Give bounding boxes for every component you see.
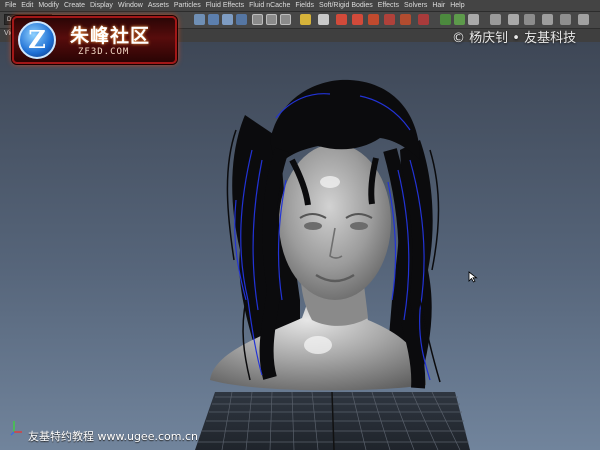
hair-constraint-icon[interactable] <box>384 14 395 25</box>
axis-gizmo-icon <box>10 421 22 436</box>
menu-bar: File Edit Modify Create Display Window A… <box>0 0 600 12</box>
hair-tool-icon[interactable] <box>336 14 347 25</box>
render-icon[interactable] <box>440 14 451 25</box>
zf3d-logo: Z 朱峰社区 ZF3D.COM <box>12 16 177 64</box>
tool-settings-icon[interactable] <box>560 14 571 25</box>
ipr-icon[interactable] <box>454 14 465 25</box>
paint-select-icon[interactable] <box>222 14 233 25</box>
menu-window[interactable]: Window <box>118 0 143 11</box>
hair-curve-icon[interactable] <box>352 14 363 25</box>
menu-fields[interactable]: Fields <box>295 0 314 11</box>
hypershade-icon[interactable] <box>490 14 501 25</box>
menu-display[interactable]: Display <box>90 0 113 11</box>
menu-hair[interactable]: Hair <box>432 0 445 11</box>
snap-point-icon[interactable] <box>280 14 291 25</box>
history-icon[interactable] <box>300 14 311 25</box>
outliner-icon[interactable] <box>508 14 519 25</box>
menu-fluid-effects[interactable]: Fluid Effects <box>206 0 244 11</box>
hair-cache-icon[interactable] <box>400 14 411 25</box>
snap-curve-icon[interactable] <box>266 14 277 25</box>
menu-fluid-ncache[interactable]: Fluid nCache <box>249 0 290 11</box>
menu-file[interactable]: File <box>5 0 16 11</box>
select-tool-icon[interactable] <box>194 14 205 25</box>
menu-edit[interactable]: Edit <box>21 0 33 11</box>
attribute-editor-icon[interactable] <box>542 14 553 25</box>
input-ops-icon[interactable] <box>318 14 329 25</box>
select-hierarchy-icon[interactable] <box>236 14 247 25</box>
viewport-scene <box>195 79 470 450</box>
logo-title: 朱峰社区 <box>70 25 151 47</box>
menu-modify[interactable]: Modify <box>38 0 59 11</box>
graph-editor-icon[interactable] <box>524 14 535 25</box>
menu-assets[interactable]: Assets <box>148 0 169 11</box>
ground-grid <box>195 391 470 450</box>
copyright-watermark: © 杨庆钊 • 友基科技 <box>452 31 577 46</box>
hair-paint-icon[interactable] <box>418 14 429 25</box>
menu-effects[interactable]: Effects <box>378 0 399 11</box>
zf3d-logo-mark: Z <box>18 21 56 59</box>
menu-particles[interactable]: Particles <box>174 0 201 11</box>
render-settings-icon[interactable] <box>468 14 479 25</box>
menu-solvers[interactable]: Solvers <box>404 0 427 11</box>
channel-box-icon[interactable] <box>578 14 589 25</box>
menu-help[interactable]: Help <box>450 0 464 11</box>
snap-grid-icon[interactable] <box>252 14 263 25</box>
footer-caption: 友基特约教程 www.ugee.com.cn <box>28 430 198 443</box>
lasso-tool-icon[interactable] <box>208 14 219 25</box>
menu-soft-rigid-bodies[interactable]: Soft/Rigid Bodies <box>319 0 373 11</box>
hair-dynamic-icon[interactable] <box>368 14 379 25</box>
logo-subtitle: ZF3D.COM <box>78 47 130 57</box>
mouse-cursor-icon <box>468 271 478 283</box>
menu-create[interactable]: Create <box>64 0 85 11</box>
